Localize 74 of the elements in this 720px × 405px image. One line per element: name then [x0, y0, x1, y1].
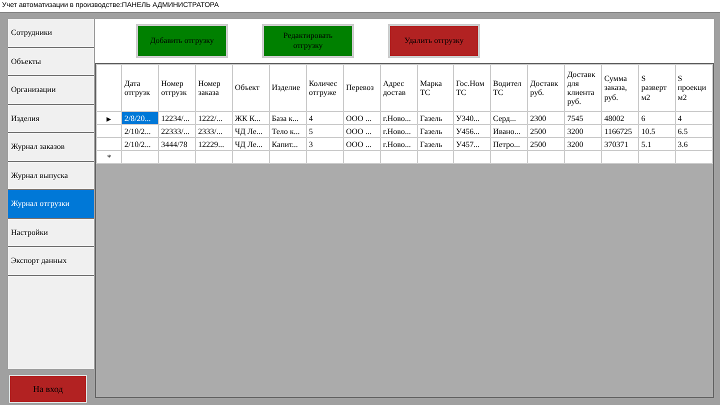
sidebar-item[interactable]: Изделия — [8, 104, 94, 133]
column-header[interactable]: Сумма заказа, руб. — [602, 64, 639, 112]
table-cell: Газель — [417, 112, 454, 124]
table-cell: 2500 — [528, 138, 565, 150]
column-header[interactable]: Изделие — [269, 64, 306, 112]
column-header[interactable]: Номер заказа — [196, 64, 232, 112]
table-cell: 7545 — [564, 112, 602, 124]
table-cell: Петро... — [490, 138, 528, 150]
new-row-marker: * — [107, 152, 112, 162]
table-cell: 12229... — [196, 138, 232, 150]
table-cell: г.Ново... — [380, 112, 418, 124]
column-header[interactable]: Водител ТС — [490, 64, 528, 112]
table-cell: 22333/... — [158, 124, 196, 138]
table-cell: Ивано... — [490, 124, 528, 138]
table-cell: 2/10/2... — [122, 124, 159, 138]
sidebar-item[interactable]: Организации — [8, 76, 94, 104]
table-cell: 1166725 — [602, 124, 639, 138]
column-header[interactable]: Доставк руб. — [528, 64, 565, 112]
table-cell: ЧД Ле... — [232, 138, 270, 150]
table-cell: 6.5 — [675, 124, 712, 138]
table-cell: 2/8/20... — [122, 112, 159, 124]
table-cell: ЖК К... — [232, 112, 270, 124]
column-header[interactable]: Доставк для клиента руб. — [564, 64, 602, 112]
table-cell: У456... — [453, 124, 491, 138]
table-cell: 48002 — [602, 112, 639, 124]
table-cell: У457... — [453, 138, 491, 150]
table-cell: Капит... — [269, 138, 306, 150]
table-cell: 3 — [306, 138, 344, 150]
table-cell: 3200 — [564, 124, 602, 138]
column-header[interactable]: Номер отгрузк — [158, 64, 196, 112]
column-header[interactable]: Гос.Ном ТС — [453, 64, 491, 112]
table-cell: ЧД Ле... — [232, 124, 270, 138]
sidebar-item[interactable]: Журнал заказов — [8, 133, 94, 162]
table-cell: 6 — [638, 112, 676, 124]
table-cell: 2/10/2... — [122, 138, 159, 150]
table-cell: г.Ново... — [380, 124, 418, 138]
table-cell: Газель — [417, 138, 454, 150]
column-header[interactable]: Адрес достав — [380, 64, 418, 112]
table-cell: 3444/78 — [158, 138, 196, 150]
column-header[interactable]: Количес отгруже — [306, 64, 344, 112]
table-cell: 12234/... — [158, 112, 196, 124]
toolbar-button[interactable]: Редактировать отгрузку — [262, 24, 354, 58]
toolbar-button[interactable]: Добавить отгрузку — [136, 24, 228, 58]
table-cell: 3.6 — [675, 138, 712, 150]
table-cell: 1222/... — [196, 112, 232, 124]
column-header[interactable]: S проекци м2 — [675, 64, 712, 112]
column-header[interactable]: Перевоз — [343, 64, 380, 112]
table-cell: 3200 — [564, 138, 602, 150]
table-cell: ООО ... — [343, 124, 380, 138]
table-cell: 5 — [306, 124, 344, 138]
table-cell: 10.5 — [638, 124, 676, 138]
table-cell: 5.1 — [638, 138, 676, 150]
table-cell: 2500 — [528, 124, 565, 138]
table-cell: У340... — [453, 112, 491, 124]
table-cell: Серд... — [490, 112, 528, 124]
table-cell: Газель — [417, 124, 454, 138]
table-cell: База к... — [269, 112, 306, 124]
table-cell: г.Ново... — [380, 138, 418, 150]
sidebar-item[interactable]: Экспорт данных — [8, 247, 94, 276]
column-header[interactable]: Объект — [232, 64, 270, 112]
table-cell: ООО ... — [343, 112, 380, 124]
table-cell: 2333/... — [196, 124, 232, 138]
sidebar-item[interactable]: Сотрудники — [8, 19, 94, 48]
table-cell: 370371 — [602, 138, 639, 150]
table-cell: Тело к... — [269, 124, 306, 138]
table-cell: 2300 — [528, 112, 565, 124]
sidebar-item[interactable]: Настройки — [8, 218, 94, 247]
sidebar-item[interactable]: Журнал отгрузки — [8, 190, 94, 218]
table-cell: 4 — [306, 112, 344, 124]
column-header[interactable]: S разверт м2 — [638, 64, 676, 112]
column-header[interactable]: Марка ТС — [417, 64, 454, 112]
table-cell: ООО ... — [343, 138, 380, 150]
table-cell: 4 — [675, 112, 712, 124]
sidebar-item[interactable]: Объекты — [8, 48, 94, 76]
